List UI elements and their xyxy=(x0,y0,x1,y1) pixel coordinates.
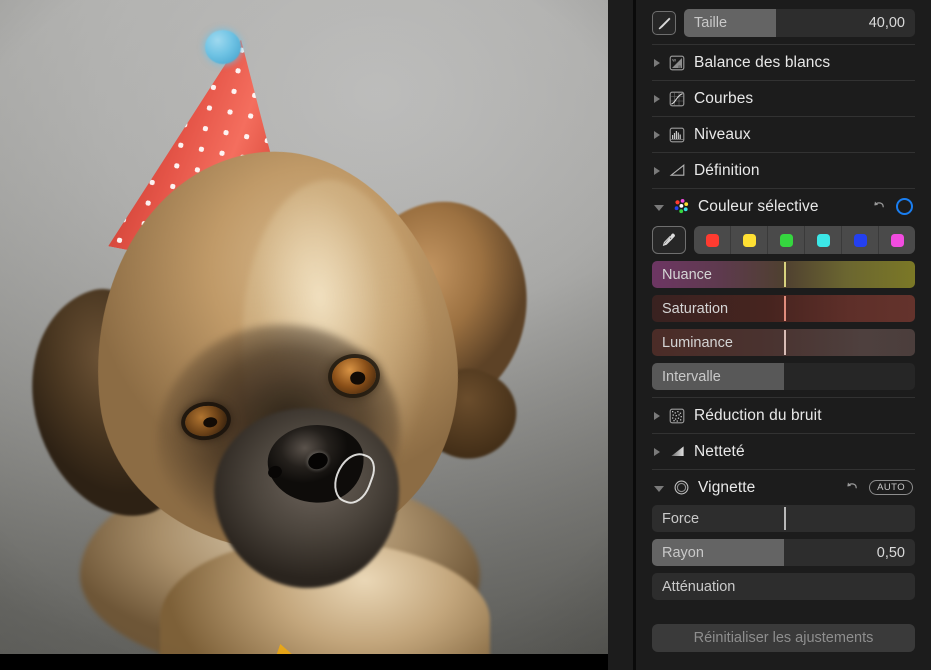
section-label: Vignette xyxy=(698,478,756,496)
luminance-slider[interactable]: Luminance xyxy=(652,329,915,356)
swatch-magenta[interactable] xyxy=(879,226,915,254)
sidebar-item-niveaux[interactable]: Niveaux xyxy=(652,116,915,152)
saturation-slider[interactable]: Saturation xyxy=(652,295,915,322)
swatch-cyan[interactable] xyxy=(805,226,842,254)
svg-text:B: B xyxy=(678,63,681,68)
disclosure-triangle-icon[interactable] xyxy=(654,130,660,139)
disclosure-triangle-icon[interactable] xyxy=(654,486,664,492)
brush-size-value: 40,00 xyxy=(868,15,905,31)
vignette-auto-button[interactable]: AUTO xyxy=(869,480,913,495)
noise-reduction-icon xyxy=(667,406,687,426)
section-label: Définition xyxy=(694,161,760,179)
disclosure-triangle-icon[interactable] xyxy=(654,447,660,456)
eyedropper-icon[interactable] xyxy=(652,226,686,254)
curves-icon xyxy=(667,89,687,109)
force-label: Force xyxy=(662,510,700,527)
brush-size-row: Taille 40,00 xyxy=(652,9,915,37)
photo-canvas[interactable] xyxy=(0,0,608,662)
definition-icon xyxy=(667,161,687,181)
section-actions xyxy=(871,198,915,215)
section-label: Courbes xyxy=(694,89,754,107)
white-balance-icon: W B xyxy=(667,53,687,73)
brush-size-label: Taille xyxy=(694,15,728,31)
viewer-gutter xyxy=(608,0,636,670)
adjustments-inspector-panel: Taille 40,00 W B Balance des blancs Cour… xyxy=(636,0,931,670)
intervalle-slider[interactable]: Intervalle xyxy=(652,363,915,390)
undo-arrow-icon[interactable] xyxy=(844,480,859,495)
disclosure-triangle-icon[interactable] xyxy=(654,205,664,211)
swatch-green[interactable] xyxy=(768,226,805,254)
force-slider[interactable]: Force xyxy=(652,505,915,532)
disclosure-triangle-icon[interactable] xyxy=(654,94,660,103)
selective-color-icon xyxy=(671,197,691,217)
sidebar-item-balance-des-blancs[interactable]: W B Balance des blancs xyxy=(652,44,915,80)
section-label: Couleur sélective xyxy=(698,197,819,215)
intervalle-label: Intervalle xyxy=(662,368,721,385)
luminance-label: Luminance xyxy=(662,334,733,351)
color-swatch-group[interactable] xyxy=(694,226,915,254)
sidebar-item-vignette[interactable]: Vignette AUTO xyxy=(652,469,915,505)
svg-text:W: W xyxy=(672,57,676,62)
vignette-icon xyxy=(671,478,691,498)
nuance-label: Nuance xyxy=(662,266,712,283)
force-slider-thumb[interactable] xyxy=(783,507,786,530)
sharpen-icon xyxy=(667,442,687,462)
selective-color-enable-toggle[interactable] xyxy=(896,198,913,215)
disclosure-triangle-icon[interactable] xyxy=(654,411,660,420)
swatch-red[interactable] xyxy=(694,226,731,254)
saturation-slider-thumb[interactable] xyxy=(783,296,786,321)
section-label: Réduction du bruit xyxy=(694,406,822,424)
nuance-slider[interactable]: Nuance xyxy=(652,261,915,288)
section-label: Balance des blancs xyxy=(694,53,831,71)
section-label: Netteté xyxy=(694,442,745,460)
sidebar-item-courbes[interactable]: Courbes xyxy=(652,80,915,116)
sidebar-item-nettete[interactable]: Netteté xyxy=(652,433,915,469)
disclosure-triangle-icon[interactable] xyxy=(654,166,660,175)
sidebar-item-reduction-du-bruit[interactable]: Réduction du bruit xyxy=(652,397,915,433)
disclosure-triangle-icon[interactable] xyxy=(654,58,660,67)
nuance-slider-thumb[interactable] xyxy=(783,262,786,287)
dog-party-hat-photo xyxy=(0,0,608,662)
saturation-label: Saturation xyxy=(662,300,729,317)
photo-bottom-letterbox xyxy=(0,654,608,662)
sidebar-item-couleur-selective[interactable]: Couleur sélective xyxy=(652,188,915,224)
brush-size-slider[interactable]: Taille 40,00 xyxy=(684,9,915,37)
attenuation-label: Atténuation xyxy=(662,578,736,595)
photo-viewer xyxy=(0,0,636,670)
brush-icon[interactable] xyxy=(652,11,676,35)
section-label: Niveaux xyxy=(694,125,751,143)
section-actions: AUTO xyxy=(844,480,915,495)
rayon-label: Rayon xyxy=(662,544,704,561)
luminance-slider-thumb[interactable] xyxy=(783,330,786,355)
levels-icon xyxy=(667,125,687,145)
swatch-yellow[interactable] xyxy=(731,226,768,254)
rayon-value: 0,50 xyxy=(876,544,905,561)
swatch-blue[interactable] xyxy=(842,226,879,254)
selective-color-tools xyxy=(652,226,915,254)
undo-arrow-icon[interactable] xyxy=(871,199,886,214)
photo-editor-window: Taille 40,00 W B Balance des blancs Cour… xyxy=(0,0,931,670)
attenuation-slider[interactable]: Atténuation xyxy=(652,573,915,600)
rayon-slider[interactable]: Rayon 0,50 xyxy=(652,539,915,566)
photo-vignette-overlay xyxy=(0,0,608,662)
reset-adjustments-button[interactable]: Réinitialiser les ajustements xyxy=(652,624,915,652)
sidebar-item-definition[interactable]: Définition xyxy=(652,152,915,188)
